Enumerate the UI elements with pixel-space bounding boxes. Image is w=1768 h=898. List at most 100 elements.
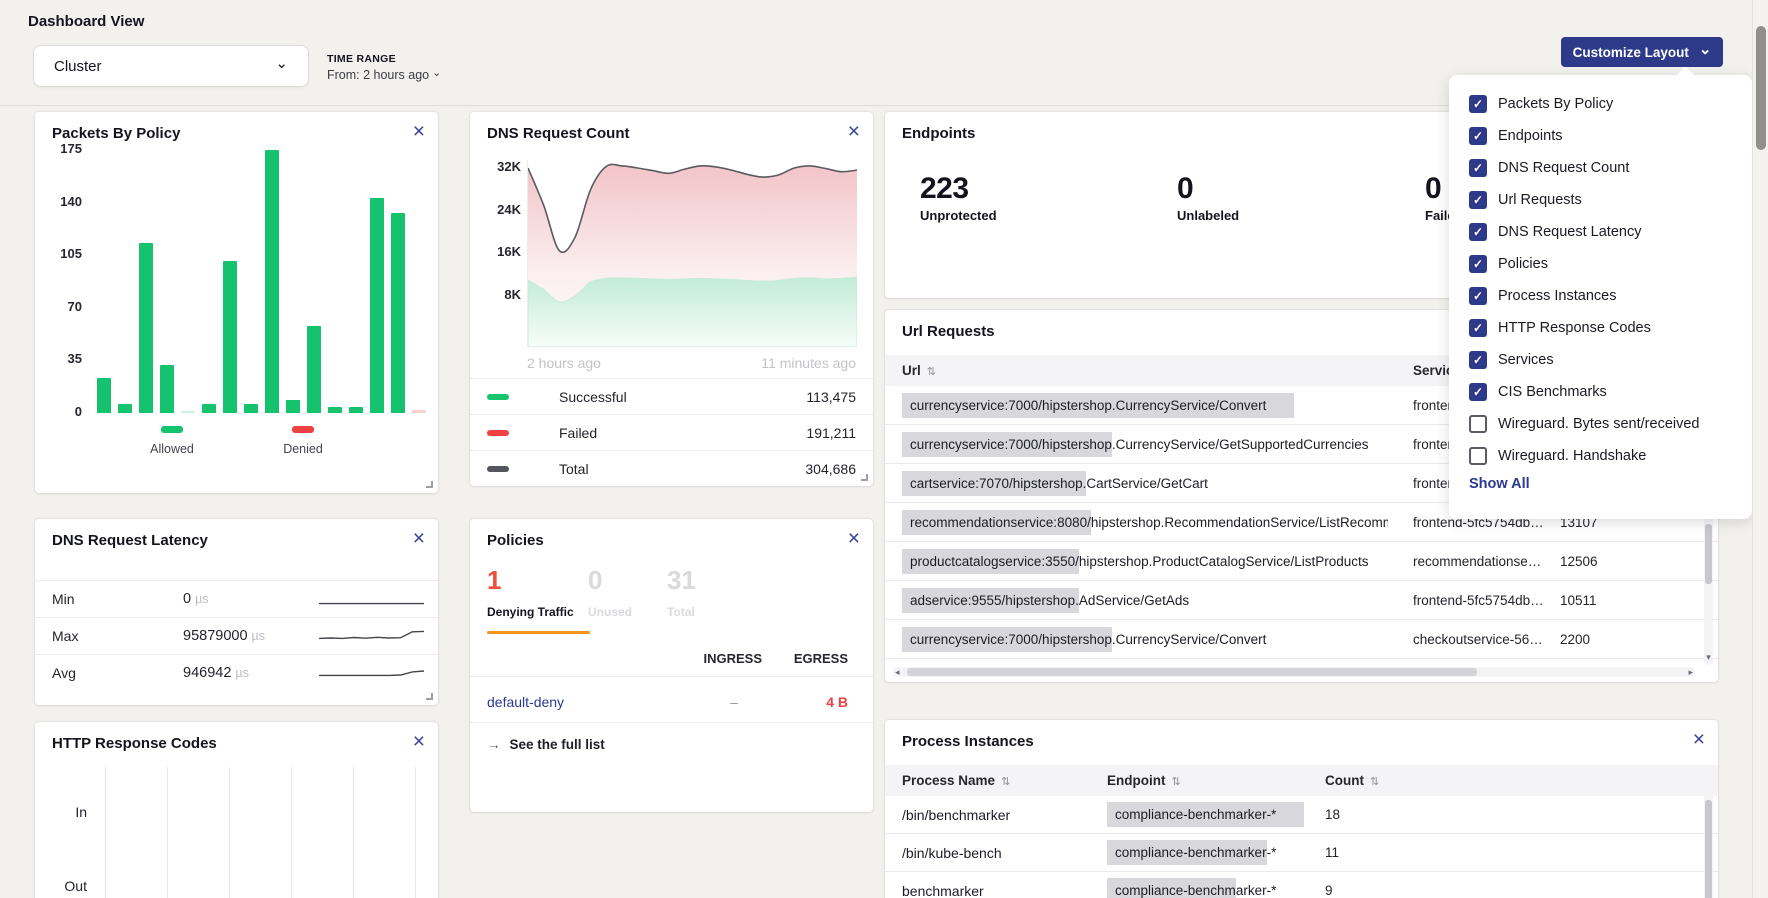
- endpoint-cell: compliance-benchmarker-*: [1107, 834, 1278, 872]
- bar-allowed: [307, 326, 321, 413]
- gridline: [167, 767, 168, 898]
- sort-icon[interactable]: ⇅: [1171, 776, 1180, 788]
- bar-allowed: [328, 407, 342, 413]
- process-row[interactable]: benchmarkercompliance-benchmarker-*9: [885, 872, 1718, 898]
- sort-icon[interactable]: ⇅: [927, 366, 936, 378]
- customize-layout-button[interactable]: Customize Layout ⌄: [1561, 37, 1723, 67]
- sort-icon[interactable]: ⇅: [1370, 776, 1379, 788]
- checkbox-icon[interactable]: [1469, 415, 1487, 433]
- close-icon[interactable]: ×: [413, 731, 425, 752]
- scroll-down-icon[interactable]: ▾: [1704, 652, 1713, 663]
- horizontal-scrollbar[interactable]: ◂ ▸: [893, 667, 1695, 677]
- url-rest: .CurrencyService/GetSupportedCurrencies: [1112, 432, 1371, 457]
- vertical-scrollbar[interactable]: [1704, 765, 1713, 898]
- process-row[interactable]: /bin/kube-benchcompliance-benchmarker-*1…: [885, 834, 1718, 872]
- close-icon[interactable]: ×: [1693, 729, 1705, 750]
- close-icon[interactable]: ×: [848, 528, 860, 549]
- close-icon[interactable]: ×: [413, 528, 425, 549]
- tab-total[interactable]: 31 Total: [667, 565, 696, 619]
- menu-item-label: Endpoints: [1498, 128, 1563, 144]
- menu-item-endpoints[interactable]: ✓ Endpoints: [1469, 120, 1744, 152]
- scrollbar-thumb[interactable]: [1705, 800, 1712, 898]
- column-header-ingress: INGRESS: [703, 651, 762, 666]
- url-request-row[interactable]: productcatalogservice:3550/hipstershop.P…: [885, 542, 1718, 581]
- panel-title: Endpoints: [902, 125, 975, 142]
- checkbox-icon[interactable]: ✓: [1469, 351, 1487, 369]
- menu-item-policies[interactable]: ✓Policies: [1469, 248, 1744, 280]
- close-icon[interactable]: ×: [848, 121, 860, 142]
- scroll-left-icon[interactable]: ◂: [895, 667, 900, 677]
- menu-item-services[interactable]: ✓ Services: [1469, 344, 1744, 376]
- column-header-process-name[interactable]: Process Name⇅: [902, 765, 1010, 798]
- chevron-down-icon: ⌄: [1699, 42, 1712, 57]
- divider: [470, 676, 873, 677]
- checkbox-icon[interactable]: ✓: [1469, 191, 1487, 209]
- tab-unused[interactable]: 0 Unused: [588, 565, 632, 619]
- checkbox-icon[interactable]: ✓: [1469, 287, 1487, 305]
- sparkline: [319, 625, 424, 649]
- menu-item-process-instances[interactable]: ✓Process Instances: [1469, 280, 1744, 312]
- see-full-list-link[interactable]: →See the full list: [487, 737, 605, 752]
- bar-allowed: [139, 243, 153, 413]
- count-cell: 2200: [1560, 620, 1590, 659]
- checkbox-icon[interactable]: ✓: [1469, 159, 1487, 177]
- column-header-endpoint[interactable]: Endpoint⇅: [1107, 765, 1181, 798]
- menu-item-wireguard-handshake[interactable]: Wireguard. Handshake: [1469, 440, 1744, 472]
- menu-item-cis-benchmarks[interactable]: ✓CIS Benchmarks: [1469, 376, 1744, 408]
- view-selector-value: Cluster: [54, 58, 102, 75]
- menu-item-label: Services: [1498, 352, 1554, 368]
- y-tick-label: 140: [42, 194, 82, 209]
- view-selector[interactable]: Cluster ⌄: [33, 45, 309, 87]
- menu-item-wireguard-bytes-sent-received[interactable]: Wireguard. Bytes sent/received: [1469, 408, 1744, 440]
- url-cell: cartservice:7070/hipstershop.CartService…: [902, 464, 1388, 503]
- checkbox-icon[interactable]: ✓: [1469, 223, 1487, 241]
- checkbox-icon[interactable]: ✓: [1469, 383, 1487, 401]
- scrollbar-thumb[interactable]: [1705, 524, 1712, 584]
- menu-item-dns-request-latency[interactable]: ✓DNS Request Latency: [1469, 216, 1744, 248]
- menu-item-url-requests[interactable]: ✓Url Requests: [1469, 184, 1744, 216]
- url-highlight: currencyservice:7000/hipstershop.Currenc…: [902, 393, 1294, 418]
- egress-value: 4 B: [826, 682, 848, 722]
- y-tick-label: 0: [42, 404, 82, 419]
- allowed-swatch: [161, 426, 183, 433]
- checkbox-icon[interactable]: [1469, 447, 1487, 465]
- column-header-count[interactable]: Count⇅: [1325, 765, 1379, 798]
- menu-item-packets-by-policy[interactable]: ✓Packets By Policy: [1469, 88, 1744, 120]
- scrollbar-thumb[interactable]: [907, 668, 1477, 676]
- chevron-down-icon: ⌄: [275, 56, 288, 71]
- resize-handle-icon[interactable]: [426, 481, 433, 488]
- url-request-row[interactable]: currencyservice:7000/hipstershop.Currenc…: [885, 620, 1718, 659]
- process-row[interactable]: /bin/benchmarkercompliance-benchmarker-*…: [885, 796, 1718, 834]
- checkbox-icon[interactable]: ✓: [1469, 255, 1487, 273]
- menu-item-dns-request-count[interactable]: ✓ DNS Request Count: [1469, 152, 1744, 184]
- gridline: [229, 767, 230, 898]
- url-highlight: adservice:9555/hipstershop.: [902, 588, 1079, 613]
- resize-handle-icon[interactable]: [861, 474, 868, 481]
- menu-item-label: DNS Request Count: [1498, 160, 1629, 176]
- scroll-right-icon[interactable]: ▸: [1688, 667, 1693, 677]
- time-range-value[interactable]: From: 2 hours ago⌄: [327, 68, 441, 82]
- tab-denying-traffic[interactable]: 1 Denying Traffic: [487, 565, 574, 619]
- total-swatch: [487, 466, 509, 472]
- page-scrollbar[interactable]: [1752, 0, 1768, 898]
- url-highlight: productcatalogservice:3550/: [902, 549, 1079, 574]
- page-title: Dashboard View: [28, 13, 144, 30]
- column-header-url[interactable]: Url⇅: [902, 355, 936, 388]
- y-tick-label: 8K: [481, 287, 521, 302]
- sort-icon[interactable]: ⇅: [1001, 776, 1010, 788]
- url-request-row[interactable]: adservice:9555/hipstershop.AdService/Get…: [885, 581, 1718, 620]
- url-highlight: currencyservice:7000/hipstershop: [902, 432, 1112, 457]
- y-tick-label: 24K: [481, 202, 521, 217]
- legend-row-failed: Failed 191,211: [470, 414, 873, 450]
- checkbox-icon[interactable]: ✓: [1469, 319, 1487, 337]
- policy-link[interactable]: default-deny: [487, 682, 564, 722]
- gridline: [105, 767, 106, 898]
- url-rest: .CurrencyService/Convert: [1112, 627, 1269, 652]
- menu-item-http-response-codes[interactable]: ✓HTTP Response Codes: [1469, 312, 1744, 344]
- checkbox-icon[interactable]: ✓: [1469, 127, 1487, 145]
- scrollbar-thumb[interactable]: [1756, 26, 1766, 150]
- checkbox-icon[interactable]: ✓: [1469, 95, 1487, 113]
- resize-handle-icon[interactable]: [426, 693, 433, 700]
- show-all-link[interactable]: Show All: [1469, 476, 1530, 492]
- close-icon[interactable]: ×: [413, 121, 425, 142]
